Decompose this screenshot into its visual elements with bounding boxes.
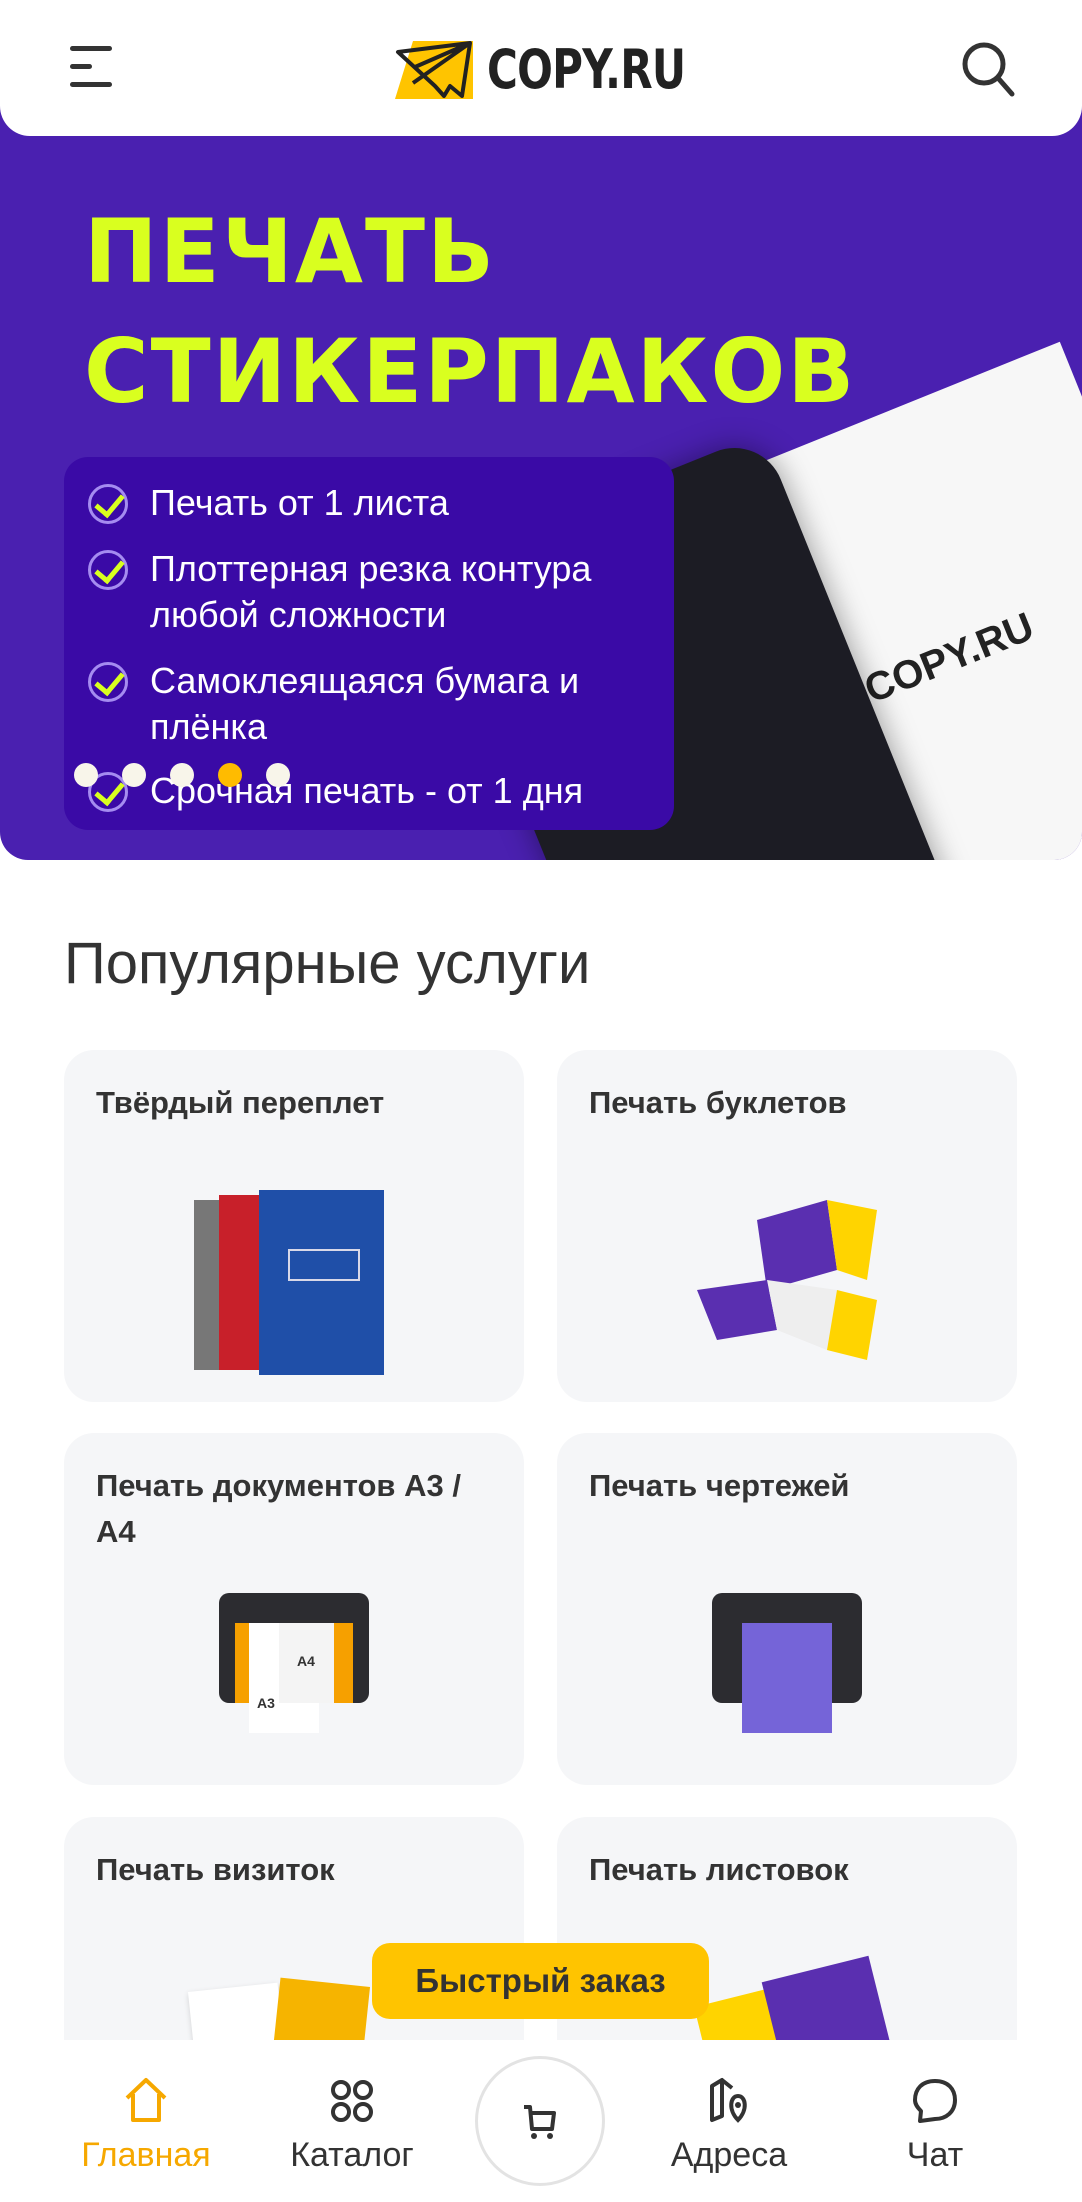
hamburger-icon[interactable] (68, 44, 116, 92)
feature-item: Печать от 1 листа (88, 480, 449, 526)
booklet-image (697, 1200, 877, 1360)
map-pin-icon (710, 2078, 747, 2123)
carousel-dot[interactable] (74, 763, 98, 787)
nav-item-home[interactable]: Главная (46, 2076, 246, 2175)
banner-title-line1: ПЕЧАТЬ (84, 200, 497, 303)
check-icon (88, 662, 128, 702)
paper-plane-icon (395, 40, 473, 99)
carousel-dot[interactable] (122, 763, 146, 787)
carousel-dots (74, 763, 290, 787)
service-card[interactable]: Печать буклетов (557, 1050, 1017, 1402)
service-card[interactable]: Твёрдый переплет (64, 1050, 524, 1402)
bottom-nav: Главная Каталог Адреса Чат (0, 2040, 1082, 2202)
nav-item-addresses[interactable]: Адреса (629, 2076, 829, 2175)
promo-banner[interactable]: ПЕЧАТЬ СТИКЕРПАКОВ COPY.RU Печать от 1 л… (0, 100, 1082, 860)
carousel-dot[interactable] (266, 763, 290, 787)
nav-item-chat[interactable]: Чат (835, 2076, 1035, 2175)
service-card[interactable]: Печать документов А3 / А4 A3 A4 (64, 1433, 524, 1785)
feature-item: Самоклеящаяся бумага и плёнка (88, 658, 648, 750)
header: COPY.RU (0, 0, 1082, 136)
banner-title-line2: СТИКЕРПАКОВ (84, 320, 857, 423)
nav-item-catalog[interactable]: Каталог (252, 2076, 452, 2175)
carousel-dot-active[interactable] (218, 763, 242, 787)
hardcover-image (194, 1190, 384, 1375)
plotter-image (712, 1593, 862, 1733)
quick-order-button[interactable]: Быстрый заказ (372, 1943, 709, 2019)
cart-icon (524, 2105, 556, 2139)
grid-icon (331, 2080, 373, 2122)
carousel-dot[interactable] (170, 763, 194, 787)
search-icon[interactable] (958, 38, 1018, 98)
printer-image: A3 A4 (219, 1593, 369, 1733)
check-icon (88, 484, 128, 524)
logo[interactable]: COPY.RU (395, 38, 741, 101)
cart-button[interactable] (475, 2056, 605, 2186)
chat-icon (913, 2079, 957, 2123)
home-icon (125, 2078, 167, 2122)
section-title: Популярные услуги (64, 931, 591, 996)
check-icon (88, 550, 128, 590)
feature-item: Плоттерная резка контура любой сложности (88, 546, 668, 638)
service-card[interactable]: Печать чертежей (557, 1433, 1017, 1785)
